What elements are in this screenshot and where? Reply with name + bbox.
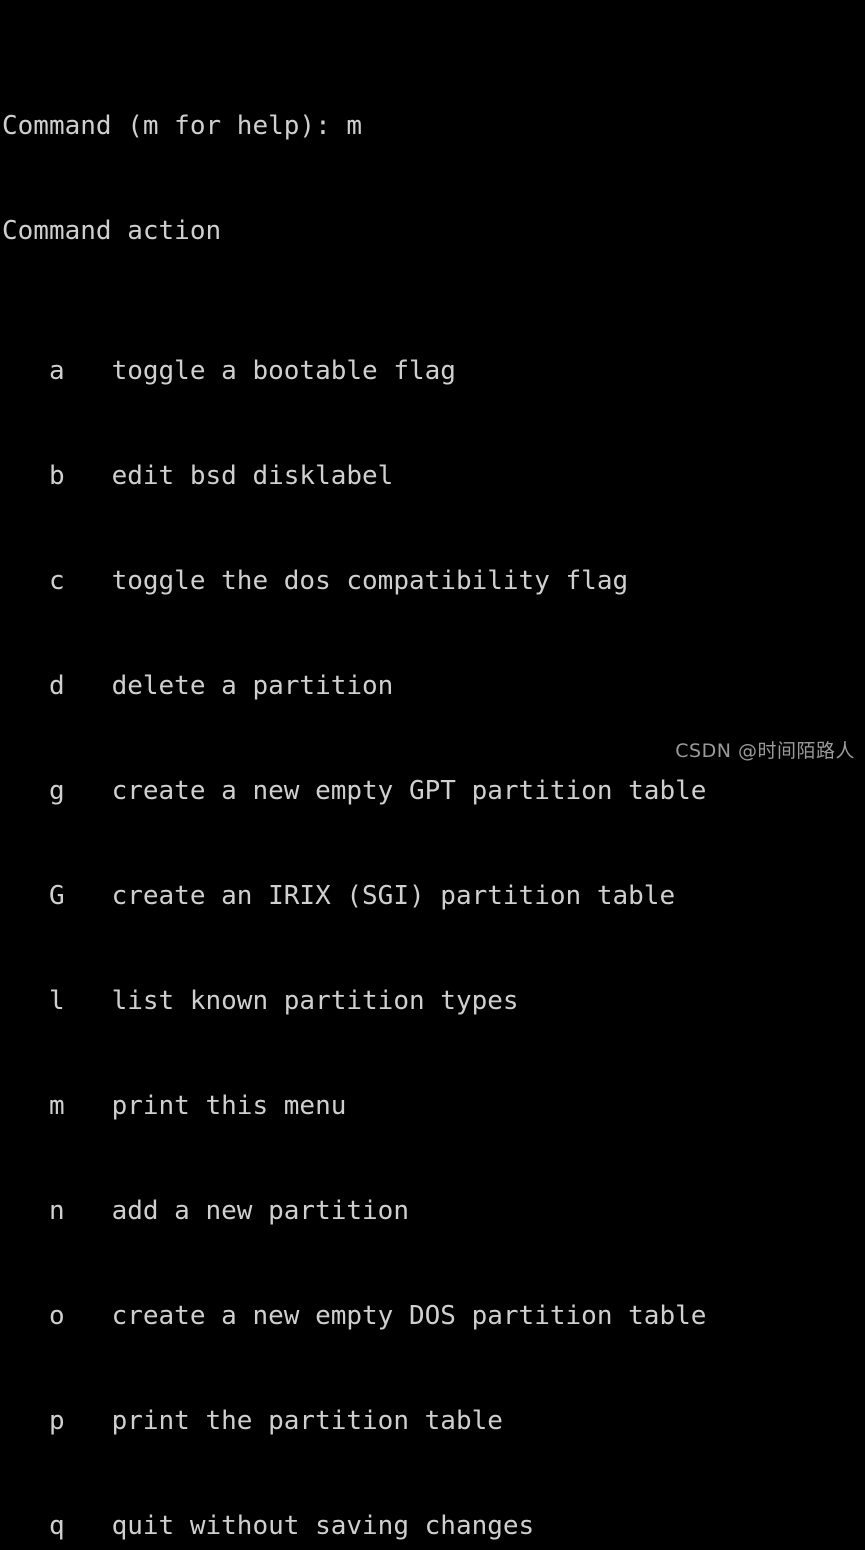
- menu-item-p: p print the partition table: [2, 1406, 503, 1436]
- terminal-window[interactable]: Command (m for help): m Command action a…: [0, 0, 865, 1541]
- menu-item-n: n add a new partition: [2, 1196, 409, 1226]
- menu-item-c: c toggle the dos compatibility flag: [2, 566, 629, 596]
- menu-item-o: o create a new empty DOS partition table: [2, 1301, 707, 1331]
- menu-item-G: G create an IRIX (SGI) partition table: [2, 881, 676, 911]
- menu-item-q: q quit without saving changes: [2, 1511, 535, 1541]
- terminal-output: Command (m for help): m Command action a…: [2, 4, 865, 1550]
- menu-item-g: g create a new empty GPT partition table: [2, 776, 707, 806]
- menu-item-l: l list known partition types: [2, 986, 519, 1016]
- menu-item-a: a toggle a bootable flag: [2, 356, 456, 386]
- menu-item-b: b edit bsd disklabel: [2, 461, 394, 491]
- menu-item-d: d delete a partition: [2, 671, 394, 701]
- csdn-watermark: CSDN @时间陌路人: [675, 740, 855, 762]
- command-echo-line: Command (m for help): m: [2, 111, 363, 141]
- menu-item-m: m print this menu: [2, 1091, 347, 1121]
- menu-header-line: Command action: [2, 216, 222, 246]
